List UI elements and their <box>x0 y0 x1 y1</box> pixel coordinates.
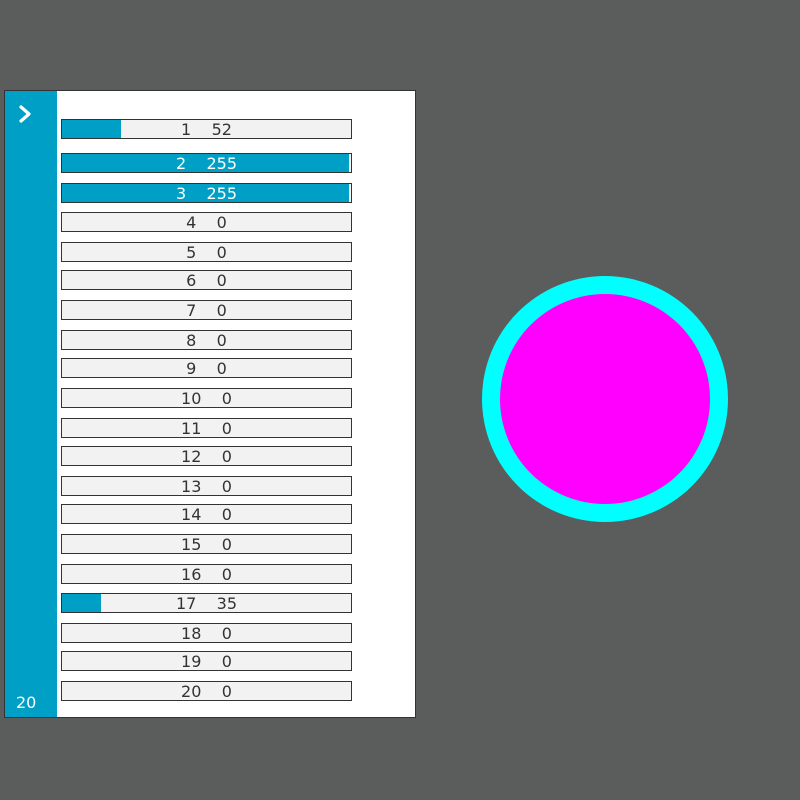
channel-value: 0 <box>221 565 232 584</box>
channel-label: 4 0 <box>62 213 351 231</box>
channel-index: 7 <box>186 301 197 320</box>
channel-value: 0 <box>216 243 227 262</box>
channel-slider[interactable]: 6 0 <box>61 270 352 290</box>
channel-label: 7 0 <box>62 301 351 319</box>
channel-slider[interactable]: 17 35 <box>61 593 352 613</box>
channel-slider[interactable]: 3 255 <box>61 183 352 203</box>
channel-index: 4 <box>186 213 197 232</box>
channel-label: 11 0 <box>62 419 351 437</box>
channel-slider[interactable]: 19 0 <box>61 651 352 671</box>
channel-label: 12 0 <box>62 447 351 465</box>
channel-value: 0 <box>221 419 232 438</box>
channel-slider[interactable]: 16 0 <box>61 564 352 584</box>
channel-label: 1 52 <box>62 120 351 138</box>
channel-index: 8 <box>186 331 197 350</box>
channel-panel: 20 1 52 2 255 3 255 4 05 06 07 08 09 0 10 01… <box>4 90 416 718</box>
preview-disc <box>500 294 710 504</box>
channel-index: 17 <box>175 594 197 613</box>
channel-slider[interactable]: 2 255 <box>61 153 352 173</box>
channel-index: 12 <box>181 447 202 466</box>
channel-slider[interactable]: 8 0 <box>61 330 352 350</box>
channel-index: 6 <box>186 271 197 290</box>
channel-slider[interactable]: 12 0 <box>61 446 352 466</box>
channel-label: 18 0 <box>62 624 351 642</box>
channel-label: 20 0 <box>62 682 351 700</box>
channel-value: 255 <box>206 154 238 173</box>
channel-label: 10 0 <box>62 389 351 407</box>
channel-slider[interactable]: 9 0 <box>61 358 352 378</box>
channel-value: 0 <box>221 624 232 643</box>
channel-slider[interactable]: 14 0 <box>61 504 352 524</box>
channel-value: 0 <box>216 359 227 378</box>
channel-count: 20 <box>16 693 37 712</box>
channel-index: 14 <box>181 505 202 524</box>
channel-index: 18 <box>181 624 202 643</box>
channel-value: 0 <box>221 505 232 524</box>
channel-value: 0 <box>221 389 232 408</box>
channel-index: 16 <box>181 565 202 584</box>
channel-value: 0 <box>221 477 232 496</box>
channel-value: 0 <box>221 652 232 671</box>
channel-index: 15 <box>181 535 202 554</box>
channel-index: 3 <box>175 184 187 203</box>
chevron-right-icon[interactable] <box>14 103 36 125</box>
channel-label: 14 0 <box>62 505 351 523</box>
channel-label: 2 255 <box>62 154 351 172</box>
channel-value: 0 <box>221 447 232 466</box>
channel-value: 0 <box>216 331 227 350</box>
channel-value: 0 <box>221 535 232 554</box>
channel-index: 11 <box>181 419 202 438</box>
channel-index: 1 <box>181 120 192 139</box>
channel-label: 17 35 <box>62 594 351 612</box>
channel-slider[interactable]: 11 0 <box>61 418 352 438</box>
channel-value: 35 <box>216 594 238 613</box>
panel-sidebar: 20 <box>5 91 57 717</box>
channel-label: 16 0 <box>62 565 351 583</box>
channel-label: 9 0 <box>62 359 351 377</box>
channel-index: 2 <box>175 154 187 173</box>
channel-label: 19 0 <box>62 652 351 670</box>
channel-index: 5 <box>186 243 197 262</box>
channel-label: 6 0 <box>62 271 351 289</box>
channel-slider[interactable]: 15 0 <box>61 534 352 554</box>
channel-value: 0 <box>221 682 232 701</box>
channel-slider[interactable]: 13 0 <box>61 476 352 496</box>
channel-index: 13 <box>181 477 202 496</box>
channel-slider[interactable]: 10 0 <box>61 388 352 408</box>
channel-slider[interactable]: 5 0 <box>61 242 352 262</box>
channel-label: 15 0 <box>62 535 351 553</box>
color-preview <box>482 276 728 522</box>
channel-value: 52 <box>211 120 232 139</box>
channel-index: 9 <box>186 359 197 378</box>
channel-slider[interactable]: 18 0 <box>61 623 352 643</box>
channel-label: 5 0 <box>62 243 351 261</box>
channel-value: 255 <box>206 184 238 203</box>
channel-value: 0 <box>216 301 227 320</box>
channel-label: 3 255 <box>62 184 351 202</box>
channel-value: 0 <box>216 271 227 290</box>
channel-index: 20 <box>181 682 202 701</box>
channel-index: 10 <box>181 389 202 408</box>
channel-slider[interactable]: 4 0 <box>61 212 352 232</box>
channel-slider[interactable]: 1 52 <box>61 119 352 139</box>
channel-label: 8 0 <box>62 331 351 349</box>
channel-slider[interactable]: 20 0 <box>61 681 352 701</box>
channel-index: 19 <box>181 652 202 671</box>
channel-label: 13 0 <box>62 477 351 495</box>
channel-value: 0 <box>216 213 227 232</box>
channel-slider[interactable]: 7 0 <box>61 300 352 320</box>
